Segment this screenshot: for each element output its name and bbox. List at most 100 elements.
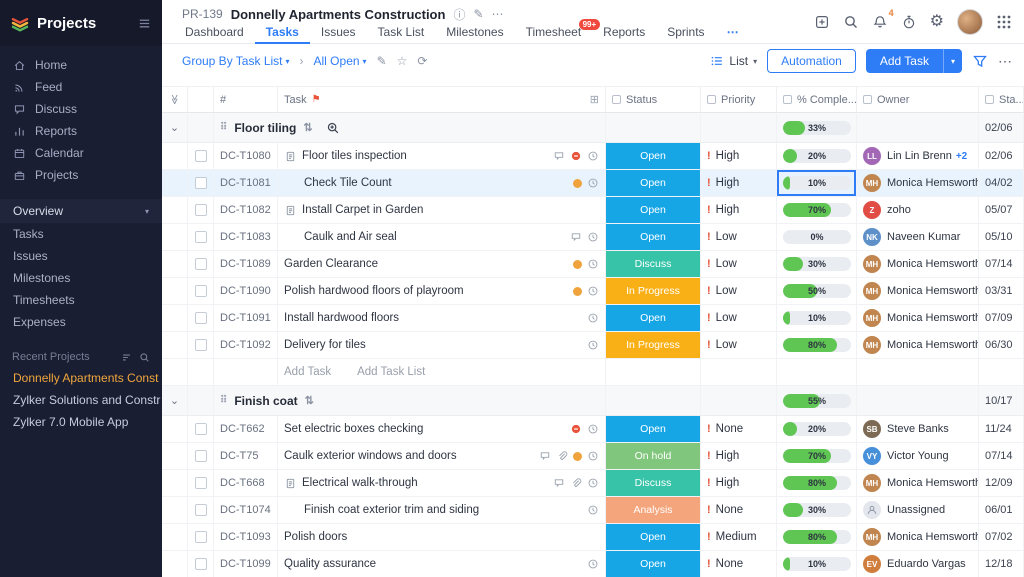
sidebar-item-feed[interactable]: Feed	[0, 76, 162, 98]
row-checkbox[interactable]	[195, 177, 207, 189]
status-chip[interactable]: Open	[606, 524, 700, 550]
sidebar-item-projects[interactable]: Projects	[0, 164, 162, 186]
task-name-cell[interactable]: Polish doors	[278, 524, 606, 551]
owner-cell[interactable]: MHMonica Hemsworth	[857, 170, 979, 197]
view-filter-dropdown[interactable]: All Open ▾	[314, 54, 367, 68]
col-header-task[interactable]: Task⚑⊞	[278, 86, 606, 113]
tab-timesheet[interactable]: Timesheet99+	[515, 25, 593, 44]
owner-cell[interactable]: Zzoho	[857, 197, 979, 224]
sidebar-item-home[interactable]: Home	[0, 54, 162, 76]
task-name-cell[interactable]: Finish coat exterior trim and siding	[278, 497, 606, 524]
progress-cell[interactable]: 80%	[777, 470, 857, 497]
sidebar-subitem-milestones[interactable]: Milestones	[0, 267, 162, 289]
group-collapse-cell[interactable]: ⌄	[162, 386, 188, 416]
progress-cell[interactable]: 10%	[777, 305, 857, 332]
sidebar-item-discuss[interactable]: Discuss	[0, 98, 162, 120]
status-cell[interactable]: Open	[606, 143, 701, 170]
tab-tasks[interactable]: Tasks	[255, 25, 310, 44]
status-chip[interactable]: Discuss	[606, 470, 700, 496]
drag-handle-icon[interactable]: ⠿	[220, 395, 227, 406]
table-row[interactable]: DC-T668Electrical walk-throughDiscuss!Hi…	[162, 470, 1024, 497]
row-checkbox[interactable]	[195, 285, 207, 297]
status-cell[interactable]: On hold	[606, 443, 701, 470]
table-row[interactable]: DC-T1091Install hardwood floorsOpen!Low1…	[162, 305, 1024, 332]
priority-cell[interactable]: !None	[701, 551, 777, 577]
owner-cell[interactable]: MHMonica Hemsworth	[857, 251, 979, 278]
status-chip[interactable]: Open	[606, 551, 700, 577]
progress-cell[interactable]: 0%	[777, 224, 857, 251]
row-checkbox[interactable]	[195, 504, 207, 516]
row-checkbox[interactable]	[195, 423, 207, 435]
owner-cell[interactable]: Unassigned	[857, 497, 979, 524]
status-cell[interactable]: Discuss	[606, 470, 701, 497]
sidebar-item-overview[interactable]: Overview ▾	[0, 199, 162, 223]
owner-cell[interactable]: SBSteve Banks	[857, 416, 979, 443]
priority-cell[interactable]: !Low	[701, 305, 777, 332]
filter-funnel-icon[interactable]	[972, 53, 988, 69]
project-more-icon[interactable]: ⋯	[492, 7, 504, 21]
info-icon[interactable]: ⓘ	[453, 6, 465, 23]
priority-cell[interactable]: !Low	[701, 278, 777, 305]
col-header-comple[interactable]: % Comple...	[777, 86, 857, 113]
status-cell[interactable]: Open	[606, 305, 701, 332]
recent-project-zylker-solutions-and-constr[interactable]: Zylker Solutions and Constr	[0, 389, 162, 411]
progress-cell[interactable]: 20%	[777, 143, 857, 170]
progress-cell[interactable]: 10%	[777, 170, 857, 197]
group-by-dropdown[interactable]: Group By Task List ▾	[182, 54, 290, 68]
table-row[interactable]: DC-T662Set electric boxes checkingOpen!N…	[162, 416, 1024, 443]
row-checkbox[interactable]	[195, 558, 207, 570]
task-name-cell[interactable]: Floor tiles inspection	[278, 143, 606, 170]
favorite-star-icon[interactable]: ☆	[397, 54, 408, 68]
priority-cell[interactable]: !None	[701, 416, 777, 443]
task-name-cell[interactable]: Electrical walk-through	[278, 470, 606, 497]
row-checkbox[interactable]	[195, 339, 207, 351]
edit-project-icon[interactable]: ✎	[473, 7, 483, 21]
task-name-cell[interactable]: Garden Clearance	[278, 251, 606, 278]
status-cell[interactable]: Discuss	[606, 251, 701, 278]
progress-cell[interactable]: 30%	[777, 497, 857, 524]
table-row[interactable]: DC-T1092Delivery for tilesIn Progress!Lo…	[162, 332, 1024, 359]
search-projects-icon[interactable]	[139, 352, 150, 363]
priority-cell[interactable]: !Medium	[701, 524, 777, 551]
status-chip[interactable]: Open	[606, 143, 700, 169]
sidebar-item-reports[interactable]: Reports	[0, 120, 162, 142]
owner-cell[interactable]: LLLin Lin Brenn+2	[857, 143, 979, 170]
automation-button[interactable]: Automation	[767, 49, 856, 73]
add-task-button[interactable]: Add Task ▾	[866, 49, 962, 73]
task-name-cell[interactable]: Check Tile Count	[278, 170, 606, 197]
task-name-cell[interactable]: Caulk exterior windows and doors	[278, 443, 606, 470]
row-checkbox[interactable]	[195, 450, 207, 462]
owner-cell[interactable]: MHMonica Hemsworth	[857, 278, 979, 305]
priority-cell[interactable]: !None	[701, 497, 777, 524]
row-checkbox[interactable]	[195, 312, 207, 324]
col-header-item[interactable]: #	[214, 86, 278, 113]
table-row[interactable]: DC-T1090Polish hardwood floors of playro…	[162, 278, 1024, 305]
priority-cell[interactable]: !High	[701, 443, 777, 470]
col-header-sta[interactable]: Sta...	[979, 86, 1024, 113]
progress-cell[interactable]: 70%	[777, 443, 857, 470]
add-task-dropdown[interactable]: ▾	[943, 49, 962, 73]
task-group-row[interactable]: ⌄⠿Finish coat⇅55%10/17	[162, 386, 1024, 416]
row-checkbox[interactable]	[195, 477, 207, 489]
settings-gear-icon[interactable]: ⚙	[930, 14, 944, 30]
tab-more-tabs[interactable]: ⋯	[716, 25, 750, 44]
user-avatar[interactable]	[957, 9, 983, 35]
sidebar-item-calendar[interactable]: Calendar	[0, 142, 162, 164]
recent-project-zylker-7-0-mobile-app[interactable]: Zylker 7.0 Mobile App	[0, 411, 162, 433]
sort-projects-icon[interactable]	[121, 352, 132, 363]
owner-cell[interactable]: MHMonica Hemsworth	[857, 332, 979, 359]
sidebar-subitem-issues[interactable]: Issues	[0, 245, 162, 267]
column-settings-icon[interactable]: ⊞	[590, 93, 599, 106]
progress-cell[interactable]: 10%	[777, 551, 857, 577]
task-name-cell[interactable]: Set electric boxes checking	[278, 416, 606, 443]
sort-icon[interactable]: ⇅	[303, 121, 312, 134]
task-name-cell[interactable]: Install hardwood floors	[278, 305, 606, 332]
search-icon[interactable]	[843, 14, 859, 30]
status-cell[interactable]: Open	[606, 416, 701, 443]
progress-cell[interactable]: 30%	[777, 251, 857, 278]
task-name-cell[interactable]: Install Carpet in Garden	[278, 197, 606, 224]
priority-cell[interactable]: !Low	[701, 224, 777, 251]
progress-cell[interactable]: 20%	[777, 416, 857, 443]
tab-sprints[interactable]: Sprints	[656, 25, 715, 44]
status-chip[interactable]: Open	[606, 305, 700, 331]
